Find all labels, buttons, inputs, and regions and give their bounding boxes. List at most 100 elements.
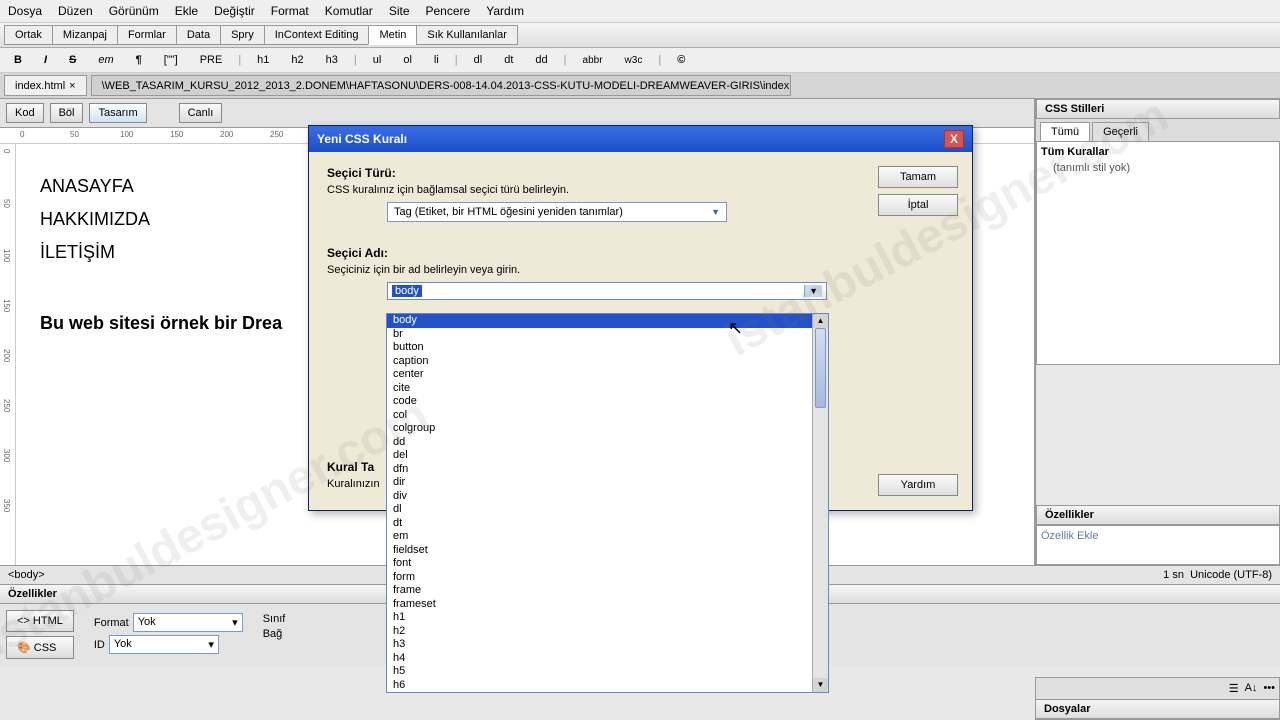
dropdown-option[interactable]: h4 xyxy=(387,652,812,666)
dropdown-option[interactable]: center xyxy=(387,368,812,382)
dropdown-option[interactable]: form xyxy=(387,571,812,585)
selector-name-label: Seçici Adı: xyxy=(327,246,954,260)
pre-button[interactable]: PRE xyxy=(194,52,229,68)
dropdown-option[interactable]: div xyxy=(387,490,812,504)
design-view-button[interactable]: Tasarım xyxy=(89,103,146,123)
menu-item[interactable]: Düzen xyxy=(58,4,93,18)
dropdown-option[interactable]: frame xyxy=(387,584,812,598)
dropdown-option[interactable]: h1 xyxy=(387,611,812,625)
category-tab[interactable]: InContext Editing xyxy=(264,25,370,45)
help-button[interactable]: Yardım xyxy=(878,474,958,496)
dropdown-option[interactable]: fieldset xyxy=(387,544,812,558)
dropdown-option[interactable]: h3 xyxy=(387,638,812,652)
chevron-down-icon[interactable]: ▼ xyxy=(804,285,822,297)
dropdown-option[interactable]: dt xyxy=(387,517,812,531)
selector-name-combo[interactable]: body ▼ xyxy=(387,282,827,300)
dropdown-option[interactable]: body xyxy=(387,314,812,328)
strike-button[interactable]: S xyxy=(63,52,82,68)
selector-name-dropdown[interactable]: bodybrbuttoncaptioncentercitecodecolcolg… xyxy=(386,313,829,693)
code-view-button[interactable]: Kod xyxy=(6,103,44,123)
dropdown-option[interactable]: caption xyxy=(387,355,812,369)
w3c-button[interactable]: w3c xyxy=(619,53,649,68)
dialog-titlebar[interactable]: Yeni CSS Kuralı X xyxy=(309,126,972,152)
format-select[interactable]: Yok ▾ xyxy=(133,613,243,632)
css-mode-button[interactable]: 🎨 CSS xyxy=(6,636,74,659)
dropdown-option[interactable]: code xyxy=(387,395,812,409)
dropdown-option[interactable]: colgroup xyxy=(387,422,812,436)
cancel-button[interactable]: İptal xyxy=(878,194,958,216)
category-tab-active[interactable]: Metin xyxy=(368,25,417,45)
dropdown-option[interactable]: dl xyxy=(387,503,812,517)
selector-type-combo[interactable]: Tag (Etiket, bir HTML öğesini yeniden ta… xyxy=(387,202,727,222)
dropdown-option[interactable]: cite xyxy=(387,382,812,396)
category-icon[interactable]: ••• xyxy=(1263,682,1275,695)
h2-button[interactable]: h2 xyxy=(285,52,309,68)
ok-button[interactable]: Tamam xyxy=(878,166,958,188)
menu-item[interactable]: Görünüm xyxy=(109,4,159,18)
live-view-button[interactable]: Canlı xyxy=(179,103,223,123)
em-button[interactable]: em xyxy=(92,52,119,68)
scroll-thumb[interactable] xyxy=(815,328,826,408)
dropdown-option[interactable]: h5 xyxy=(387,665,812,679)
tag-selector[interactable]: <body> xyxy=(8,569,45,581)
menu-item[interactable]: Dosya xyxy=(8,4,42,18)
dropdown-option[interactable]: button xyxy=(387,341,812,355)
dropdown-option[interactable]: br xyxy=(387,328,812,342)
tab-current[interactable]: Geçerli xyxy=(1092,122,1149,141)
menu-item[interactable]: Yardım xyxy=(486,4,524,18)
menu-item[interactable]: Komutlar xyxy=(325,4,373,18)
scroll-up-icon[interactable]: ▲ xyxy=(813,314,828,328)
li-button[interactable]: li xyxy=(428,52,445,68)
menu-item[interactable]: Değiştir xyxy=(214,4,255,18)
split-view-button[interactable]: Böl xyxy=(50,103,84,123)
close-icon[interactable]: X xyxy=(944,130,964,148)
category-tab[interactable]: Spry xyxy=(220,25,265,45)
abbr-button[interactable]: abbr xyxy=(577,53,609,68)
paragraph-button[interactable]: ¶ xyxy=(130,52,148,68)
document-tab[interactable]: index.html × xyxy=(4,75,87,96)
close-icon[interactable]: × xyxy=(69,80,75,92)
dropdown-option[interactable]: font xyxy=(387,557,812,571)
panel-title[interactable]: CSS Stilleri xyxy=(1036,99,1280,119)
html-mode-button[interactable]: <> HTML xyxy=(6,610,74,632)
dd-button[interactable]: dd xyxy=(529,52,553,68)
add-property-link[interactable]: Özellik Ekle xyxy=(1041,530,1098,542)
dropdown-option[interactable]: em xyxy=(387,530,812,544)
h1-button[interactable]: h1 xyxy=(251,52,275,68)
ol-button[interactable]: ol xyxy=(397,52,418,68)
dl-button[interactable]: dl xyxy=(468,52,489,68)
h3-button[interactable]: h3 xyxy=(320,52,344,68)
menu-item[interactable]: Ekle xyxy=(175,4,198,18)
dropdown-option[interactable]: col xyxy=(387,409,812,423)
tab-all[interactable]: Tümü xyxy=(1040,122,1090,141)
bold-button[interactable]: B xyxy=(8,52,28,68)
menu-item[interactable]: Pencere xyxy=(426,4,471,18)
dropdown-option[interactable]: dd xyxy=(387,436,812,450)
category-tab[interactable]: Data xyxy=(176,25,221,45)
dt-button[interactable]: dt xyxy=(498,52,519,68)
id-select[interactable]: Yok ▾ xyxy=(109,635,219,654)
copyright-button[interactable]: © xyxy=(671,52,691,68)
files-panel-title[interactable]: Dosyalar xyxy=(1036,700,1279,719)
category-tab[interactable]: Formlar xyxy=(117,25,177,45)
menu-item[interactable]: Format xyxy=(271,4,309,18)
dropdown-option[interactable]: frameset xyxy=(387,598,812,612)
dropdown-option[interactable]: del xyxy=(387,449,812,463)
category-tab[interactable]: Ortak xyxy=(4,25,53,45)
category-tab[interactable]: Mizanpaj xyxy=(52,25,118,45)
scroll-down-icon[interactable]: ▼ xyxy=(813,678,828,692)
ul-button[interactable]: ul xyxy=(367,52,388,68)
dropdown-option[interactable]: h6 xyxy=(387,679,812,693)
dropdown-option[interactable]: dfn xyxy=(387,463,812,477)
properties-icon[interactable]: ☰ xyxy=(1229,682,1239,695)
ruler-vertical: 0 50 100 150 200 250 300 350 xyxy=(0,144,16,565)
dropdown-option[interactable]: h2 xyxy=(387,625,812,639)
document-tab[interactable]: \WEB_TASARIM_KURSU_2012_2013_2.DONEM\HAF… xyxy=(91,75,791,96)
italic-button[interactable]: I xyxy=(38,52,53,68)
blockquote-button[interactable]: [""] xyxy=(158,52,184,68)
scrollbar[interactable]: ▲ ▼ xyxy=(812,314,828,692)
menu-item[interactable]: Site xyxy=(389,4,410,18)
dropdown-option[interactable]: dir xyxy=(387,476,812,490)
sort-icon[interactable]: A↓ xyxy=(1245,682,1258,695)
category-tab[interactable]: Sık Kullanılanlar xyxy=(416,25,518,45)
